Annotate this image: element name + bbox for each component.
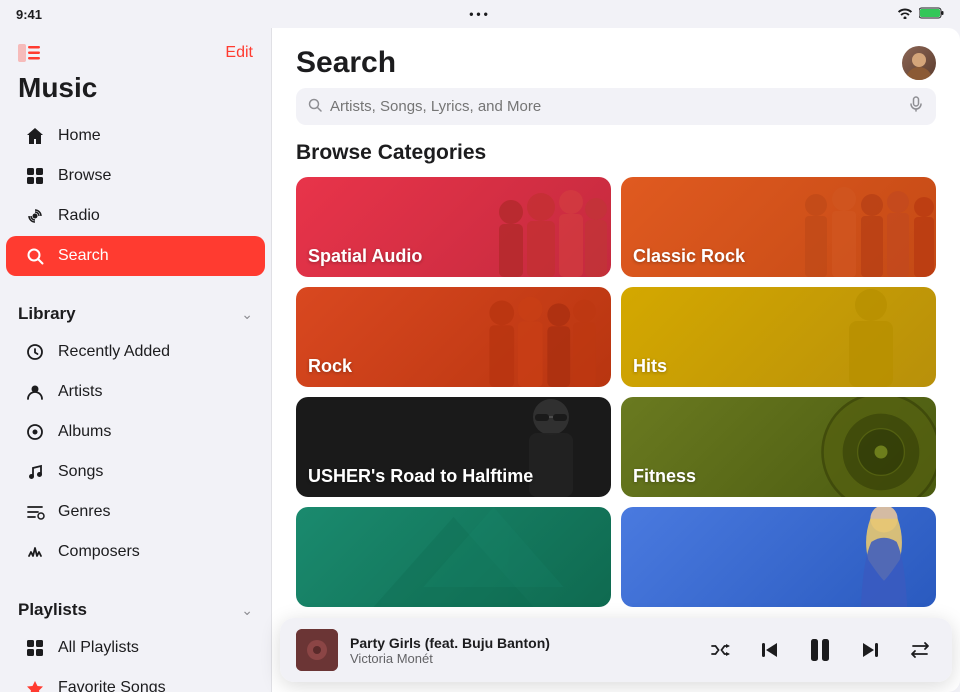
favorite-songs-icon — [24, 677, 46, 692]
fitness-label: Fitness — [633, 466, 696, 487]
sidebar-item-browse-label: Browse — [58, 167, 111, 185]
spatial-audio-label: Spatial Audio — [308, 246, 422, 267]
now-playing-title: Party Girls (feat. Buju Banton) — [350, 635, 692, 651]
search-input[interactable] — [330, 98, 900, 115]
browse-icon — [24, 165, 46, 187]
sidebar-header: Edit — [0, 28, 271, 68]
library-section-header: Library ⌄ — [18, 304, 253, 324]
status-icons — [897, 7, 944, 22]
hits-label: Hits — [633, 356, 667, 377]
playlists-section-header: Playlists ⌄ — [18, 600, 253, 620]
category-card-hits[interactable]: Hits — [621, 287, 936, 387]
artists-icon — [24, 381, 46, 403]
browse-categories-title: Browse Categories — [272, 141, 960, 177]
categories-grid: Spatial Audio Classic Rock — [272, 177, 960, 607]
search-bar-wrapper — [272, 88, 960, 141]
wifi-icon — [897, 7, 913, 22]
previous-button[interactable] — [754, 634, 786, 666]
usher-label: USHER's Road to Halftime — [308, 466, 533, 487]
search-bar-icon — [308, 98, 322, 115]
sidebar-item-albums[interactable]: Albums — [6, 412, 265, 452]
genres-icon — [24, 501, 46, 523]
status-bar: 9:41 ••• — [0, 0, 960, 28]
avatar-image — [902, 46, 936, 80]
rock-label: Rock — [308, 356, 352, 377]
category-card-usher[interactable]: USHER's Road to Halftime — [296, 397, 611, 497]
sidebar-item-artists[interactable]: Artists — [6, 372, 265, 412]
sidebar-item-favorite-songs[interactable]: Favorite Songs — [6, 668, 265, 692]
sidebar-item-radio[interactable]: Radio — [6, 196, 265, 236]
sidebar-edit-button[interactable]: Edit — [225, 44, 253, 62]
songs-icon — [24, 461, 46, 483]
next-button[interactable] — [854, 634, 886, 666]
shuffle-button[interactable] — [704, 634, 736, 666]
play-pause-button[interactable] — [804, 634, 836, 666]
playlists-chevron-icon: ⌄ — [241, 602, 253, 619]
status-dots: ••• — [469, 7, 491, 21]
app-container: Edit Music Home Browse Radio — [0, 28, 960, 692]
sidebar-toggle-button[interactable] — [18, 42, 46, 64]
sidebar-item-albums-label: Albums — [58, 423, 111, 441]
sidebar-item-composers[interactable]: Composers — [6, 532, 265, 572]
all-playlists-icon — [24, 637, 46, 659]
library-section: Library ⌄ — [0, 288, 271, 332]
sidebar-nav: Home Browse Radio Search — [0, 116, 271, 276]
user-avatar[interactable] — [902, 46, 936, 80]
sidebar-item-home[interactable]: Home — [6, 116, 265, 156]
sidebar-item-favorite-songs-label: Favorite Songs — [58, 679, 166, 692]
sidebar-item-songs[interactable]: Songs — [6, 452, 265, 492]
sidebar-item-home-label: Home — [58, 127, 101, 145]
home-icon — [24, 125, 46, 147]
category-card-rock[interactable]: Rock — [296, 287, 611, 387]
playlists-section-title: Playlists — [18, 600, 87, 620]
now-playing-controls — [704, 634, 936, 666]
sidebar-item-all-playlists-label: All Playlists — [58, 639, 139, 657]
now-playing-artist: Victoria Monét — [350, 651, 692, 666]
category-card-spatial-audio[interactable]: Spatial Audio — [296, 177, 611, 277]
sidebar-item-genres-label: Genres — [58, 503, 110, 521]
battery-icon — [919, 7, 944, 22]
sidebar-item-search-label: Search — [58, 247, 109, 265]
sidebar-title: Music — [0, 68, 271, 116]
now-playing-thumbnail — [296, 629, 338, 671]
library-section-title: Library — [18, 304, 76, 324]
composers-icon — [24, 541, 46, 563]
category-card-blue[interactable] — [621, 507, 936, 607]
radio-icon — [24, 205, 46, 227]
main-header: Search — [272, 28, 960, 88]
repeat-button[interactable] — [904, 634, 936, 666]
sidebar-item-genres[interactable]: Genres — [6, 492, 265, 532]
page-title: Search — [296, 46, 396, 80]
main-content: Search Browse Categories — [272, 28, 960, 692]
search-bar[interactable] — [296, 88, 936, 125]
sidebar-item-browse[interactable]: Browse — [6, 156, 265, 196]
sidebar-item-search[interactable]: Search — [6, 236, 265, 276]
sidebar-item-songs-label: Songs — [58, 463, 103, 481]
library-chevron-icon: ⌄ — [241, 306, 253, 323]
category-card-fitness[interactable]: Fitness — [621, 397, 936, 497]
now-playing-info: Party Girls (feat. Buju Banton) Victoria… — [350, 635, 692, 666]
category-card-classic-rock[interactable]: Classic Rock — [621, 177, 936, 277]
status-time: 9:41 — [16, 7, 42, 22]
search-icon — [24, 245, 46, 267]
microphone-icon[interactable] — [908, 96, 924, 117]
sidebar-item-recently-added-label: Recently Added — [58, 343, 170, 361]
sidebar-item-all-playlists[interactable]: All Playlists — [6, 628, 265, 668]
albums-icon — [24, 421, 46, 443]
sidebar-item-radio-label: Radio — [58, 207, 100, 225]
playlists-section: Playlists ⌄ — [0, 584, 271, 628]
category-card-green[interactable] — [296, 507, 611, 607]
sidebar-item-recently-added[interactable]: Recently Added — [6, 332, 265, 372]
sidebar-item-composers-label: Composers — [58, 543, 140, 561]
sidebar-item-artists-label: Artists — [58, 383, 102, 401]
sidebar: Edit Music Home Browse Radio — [0, 28, 272, 692]
classic-rock-label: Classic Rock — [633, 246, 745, 267]
now-playing-bar: Party Girls (feat. Buju Banton) Victoria… — [280, 618, 952, 682]
recently-added-icon — [24, 341, 46, 363]
